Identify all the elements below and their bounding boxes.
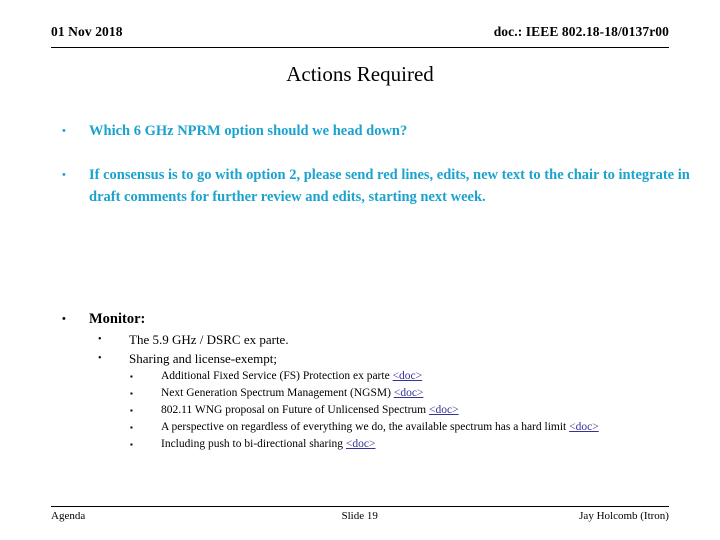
- header-row: 01 Nov 2018 doc.: IEEE 802.18-18/0137r00: [51, 24, 669, 40]
- doc-link[interactable]: <doc>: [429, 404, 459, 416]
- bullet-level2-sharing-text: Sharing and license-exempt;: [129, 351, 278, 366]
- bullet-marker-square-icon: ▪: [130, 440, 133, 449]
- bullet-level3-bidirectional-sharing-text: Including push to bi-directional sharing: [161, 438, 344, 450]
- bullet-marker-round-icon: •: [98, 334, 102, 345]
- bullet-level3-ngsm-text: Next Generation Spectrum Management (NGS…: [161, 387, 391, 399]
- slide-header: 01 Nov 2018 doc.: IEEE 802.18-18/0137r00: [51, 24, 669, 50]
- bullet-level3-fs-protection: ▪ Additional Fixed Service (FS) Protecti…: [51, 368, 691, 385]
- bullet-level2-dsrc: • The 5.9 GHz / DSRC ex parte.: [51, 330, 691, 349]
- footer-section-label: Agenda: [51, 510, 86, 522]
- bullet-marker-round-icon: •: [62, 312, 66, 325]
- bullet-level3-hard-limit: ▪ A perspective on regardless of everyth…: [51, 419, 691, 436]
- doc-link[interactable]: <doc>: [393, 370, 423, 382]
- bullet-level3-ngsm: ▪ Next Generation Spectrum Management (N…: [51, 385, 691, 402]
- bullet-marker-square-icon: ▪: [130, 423, 133, 432]
- bullet-level1-monitor: • Monitor:: [51, 308, 691, 331]
- header-date: 01 Nov 2018: [51, 24, 123, 39]
- bullet-level2-dsrc-text: The 5.9 GHz / DSRC ex parte.: [129, 332, 289, 347]
- bullet-marker-round-icon: •: [98, 353, 102, 364]
- footer-divider: [51, 506, 669, 507]
- bullet-marker-square-icon: ▪: [130, 389, 133, 398]
- page-title: Actions Required: [286, 62, 434, 86]
- header-document-number: doc.: IEEE 802.18-18/0137r00: [493, 24, 669, 39]
- doc-link[interactable]: <doc>: [569, 421, 599, 433]
- bullet-level1-monitor-text: Monitor:: [89, 310, 146, 327]
- bullet-marker-square-icon: ▪: [130, 372, 133, 381]
- doc-link[interactable]: <doc>: [394, 387, 424, 399]
- bullet-level1-question-text: Which 6 GHz NPRM option should we head d…: [89, 123, 408, 139]
- bullet-level3-wng-proposal: ▪ 802.11 WNG proposal on Future of Unlic…: [51, 402, 691, 419]
- bullet-level3-fs-protection-text: Additional Fixed Service (FS) Protection…: [161, 370, 390, 382]
- bullet-level3-wng-proposal-text: 802.11 WNG proposal on Future of Unlicen…: [161, 404, 427, 416]
- slide-footer: Agenda Slide 19 Jay Holcomb (Itron): [51, 509, 669, 524]
- bullet-marker-round-icon: •: [62, 125, 66, 137]
- bullet-level3-hard-limit-text: A perspective on regardless of everythin…: [161, 421, 567, 433]
- footer-author: Jay Holcomb (Itron): [579, 510, 669, 522]
- bullet-marker-round-icon: •: [62, 168, 66, 181]
- bullet-level1-question: • Which 6 GHz NPRM option should we head…: [51, 120, 691, 143]
- bullet-level1-consensus-text: If consensus is to go with option 2, ple…: [89, 166, 690, 206]
- header-divider: [51, 47, 669, 48]
- slide: 01 Nov 2018 doc.: IEEE 802.18-18/0137r00…: [0, 0, 720, 540]
- footer-slide-number: Slide 19: [341, 510, 378, 522]
- bullet-marker-square-icon: ▪: [130, 406, 133, 415]
- bullet-level3-bidirectional-sharing: ▪ Including push to bi-directional shari…: [51, 436, 691, 453]
- doc-link[interactable]: <doc>: [346, 438, 376, 450]
- bullet-level2-sharing: • Sharing and license-exempt;: [51, 349, 691, 368]
- slide-body: • Which 6 GHz NPRM option should we head…: [51, 120, 691, 453]
- bullet-level1-consensus: • If consensus is to go with option 2, p…: [51, 164, 691, 209]
